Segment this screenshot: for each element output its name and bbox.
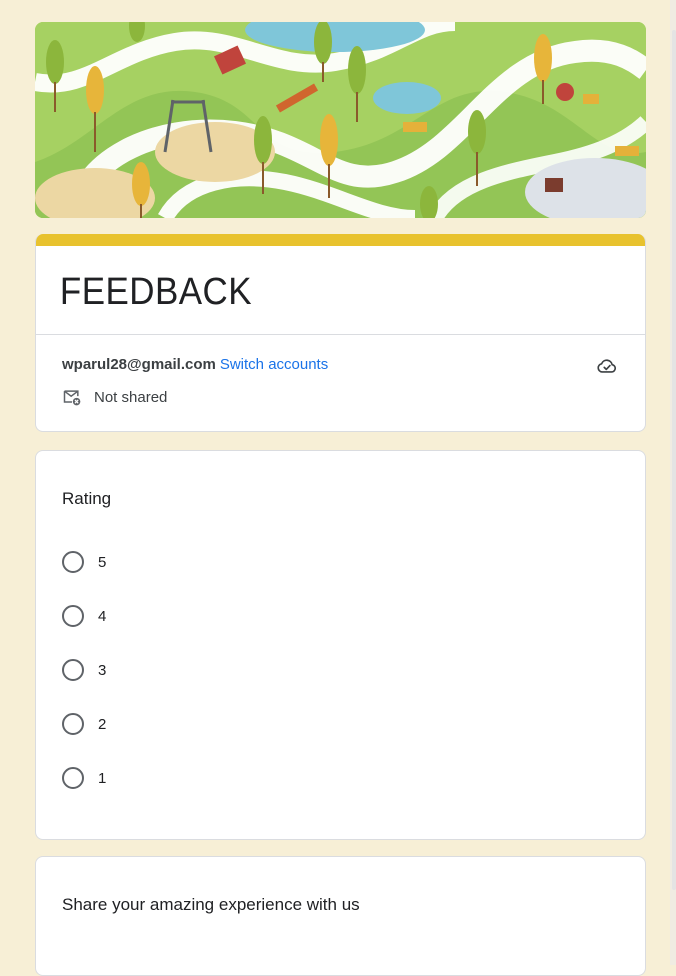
rating-question-label: Rating xyxy=(62,489,112,508)
account-email: wparul28@gmail.com xyxy=(62,355,216,373)
radio-button[interactable] xyxy=(62,713,84,735)
header-banner-illustration xyxy=(35,22,646,218)
scrollbar-track[interactable] xyxy=(670,0,676,965)
rating-option-5[interactable]: 5 xyxy=(62,535,619,589)
rating-option-3[interactable]: 3 xyxy=(62,643,619,697)
experience-question-label: Share your amazing experience with us xyxy=(62,895,360,914)
form-title: FEEDBACK xyxy=(59,271,253,313)
title-accent-bar xyxy=(36,234,645,246)
option-label: 5 xyxy=(98,553,107,571)
switch-accounts-link[interactable]: Switch accounts xyxy=(220,356,328,373)
rating-option-2[interactable]: 2 xyxy=(62,697,619,751)
option-label: 1 xyxy=(98,769,107,787)
rating-question-card: Rating 5 4 3 2 1 xyxy=(35,450,646,840)
option-label: 3 xyxy=(98,661,107,679)
mail-not-shared-icon xyxy=(63,390,81,406)
rating-option-1[interactable]: 1 xyxy=(62,751,619,805)
radio-button[interactable] xyxy=(62,551,84,573)
form-title-card: FEEDBACK wparul28@gmail.com Switch accou… xyxy=(35,234,646,432)
form-container: FEEDBACK wparul28@gmail.com Switch accou… xyxy=(35,22,646,976)
rating-option-4[interactable]: 4 xyxy=(62,589,619,643)
account-row: wparul28@gmail.com Switch accounts xyxy=(36,335,645,375)
shared-status-row: Not shared xyxy=(36,375,645,431)
scrollbar-thumb[interactable] xyxy=(672,30,676,890)
radio-button[interactable] xyxy=(62,767,84,789)
radio-button[interactable] xyxy=(62,605,84,627)
cloud-check-icon[interactable] xyxy=(596,355,618,377)
option-label: 2 xyxy=(98,715,107,733)
shared-status-text: Not shared xyxy=(94,388,168,406)
experience-question-card: Share your amazing experience with us xyxy=(35,856,646,976)
radio-button[interactable] xyxy=(62,659,84,681)
option-label: 4 xyxy=(98,607,107,625)
